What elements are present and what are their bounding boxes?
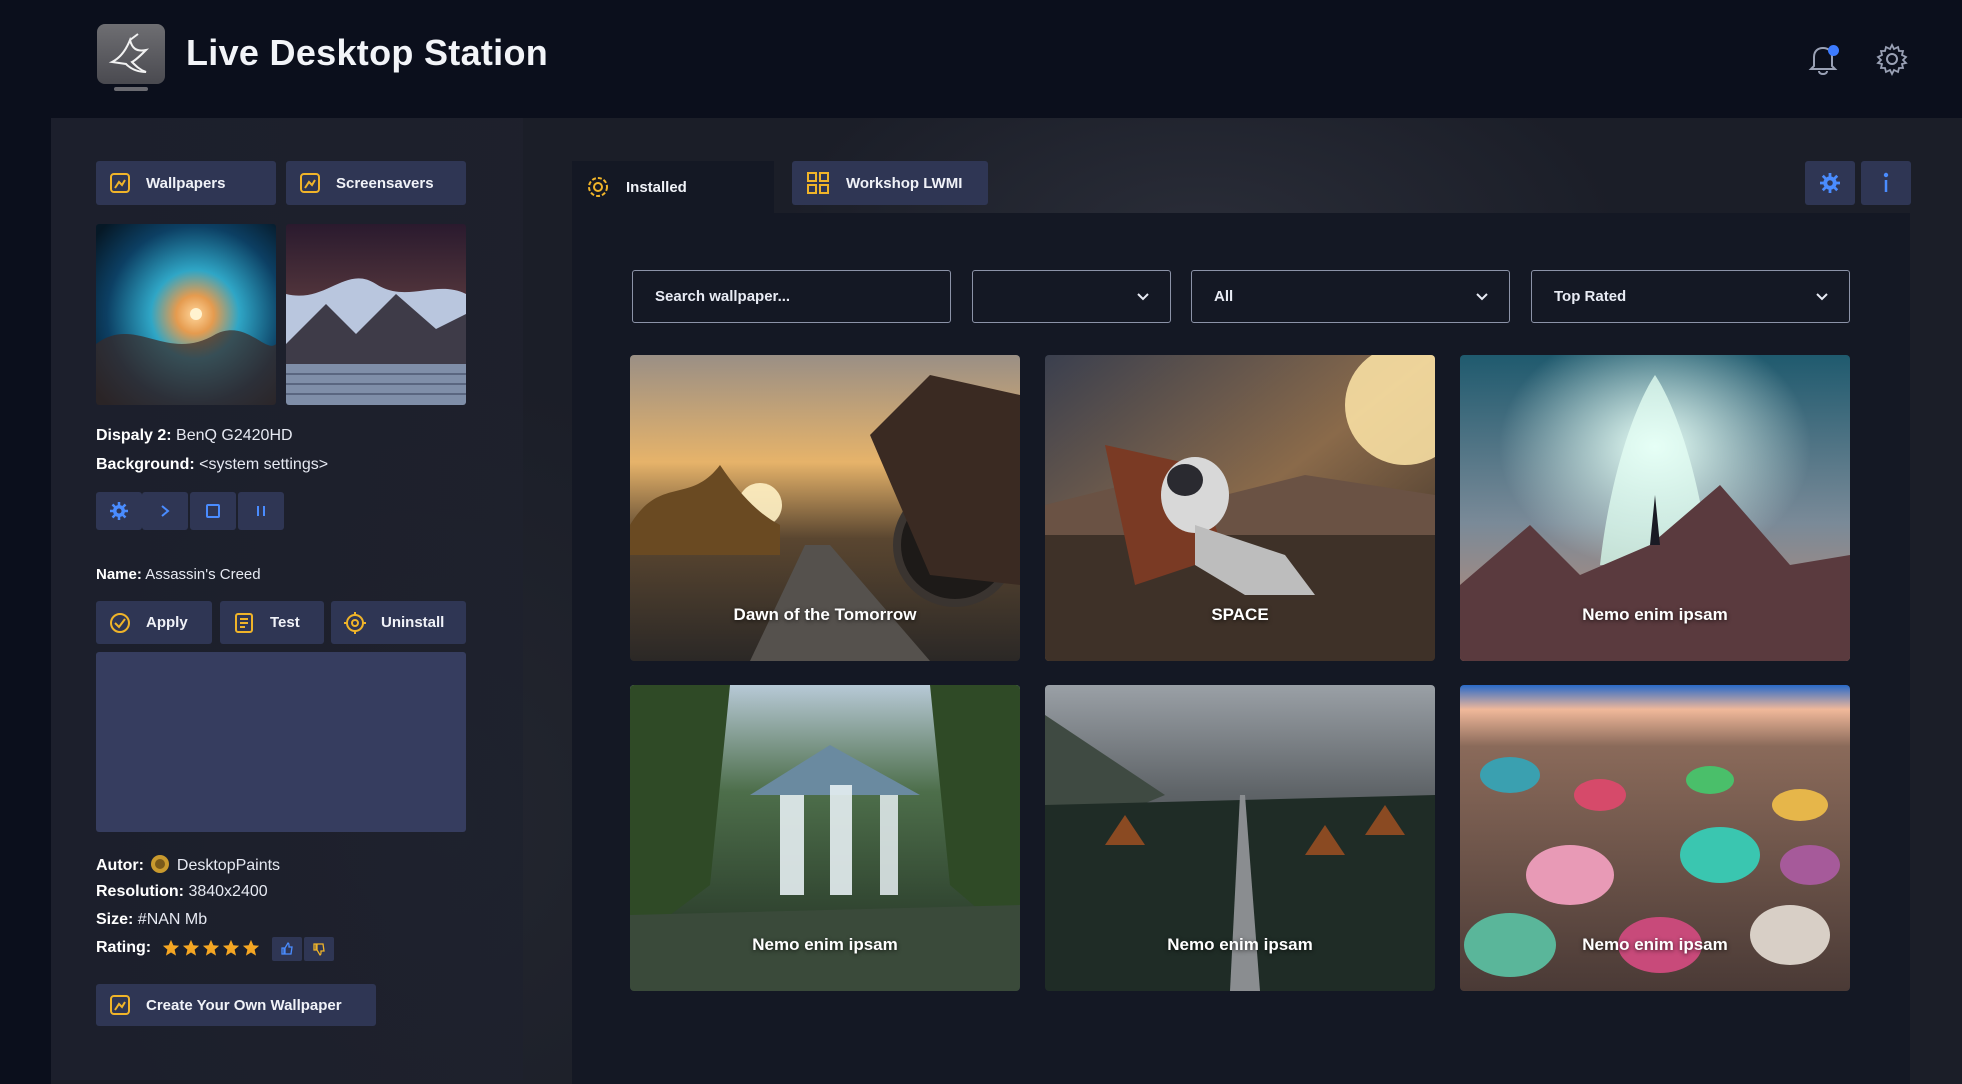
star-icon <box>162 939 179 956</box>
thumbs-down-icon <box>313 943 325 956</box>
wallpaper-card[interactable]: SPACE <box>1045 355 1435 661</box>
display-label: Dispaly 2: <box>96 427 172 444</box>
wallpaper-preview-area <box>96 652 466 832</box>
tab-installed[interactable]: Installed <box>572 161 774 213</box>
autor-value: DesktopPaints <box>176 857 281 874</box>
wallpaper-card[interactable]: Nemo enim ipsam <box>630 685 1020 991</box>
wallpaper-icon <box>110 173 130 193</box>
display-value: BenQ G2420HD <box>176 427 293 444</box>
uninstall-icon <box>344 611 366 634</box>
notification-dot <box>1828 45 1839 56</box>
hummingbird-logo-icon <box>108 33 150 73</box>
uninstall-label: Uninstall <box>381 614 445 631</box>
thumbs-up-icon <box>281 942 293 955</box>
chevron-down-icon <box>1476 293 1488 301</box>
workshop-icon <box>807 172 829 194</box>
uninstall-button[interactable]: Uninstall <box>331 601 466 644</box>
display-settings-button[interactable] <box>96 492 142 530</box>
installed-gear-icon <box>588 177 608 197</box>
wallpaper-card[interactable]: Nemo enim ipsam <box>1460 685 1850 991</box>
thumbs-up-button[interactable] <box>272 937 302 961</box>
name-info: Name: Assassin's Creed <box>96 566 261 583</box>
info-button[interactable] <box>1861 161 1911 205</box>
author-avatar-icon <box>151 855 170 873</box>
chevron-down-icon <box>1816 293 1828 301</box>
star-icon <box>182 939 199 956</box>
settings-icon <box>110 502 128 520</box>
tab-label: Wallpapers <box>146 174 226 192</box>
size-info: Size: #NAN Mb <box>96 911 207 929</box>
thumbs-down-button[interactable] <box>304 937 334 961</box>
sort-value: Top Rated <box>1554 288 1627 305</box>
name-value: Assassin's Creed <box>145 566 261 583</box>
resolution-value: 3840x2400 <box>188 883 268 900</box>
rating-stars <box>162 939 260 957</box>
search-input[interactable]: Search wallpaper... <box>632 270 951 323</box>
background-info: Background: <system settings> <box>96 456 328 474</box>
rating-label: Rating: <box>96 939 152 957</box>
screensaver-icon <box>300 173 320 193</box>
tab-label: Workshop LWMI <box>846 174 963 192</box>
type-dropdown[interactable]: All <box>1191 270 1510 323</box>
pause-icon <box>257 506 265 516</box>
rating-info: Rating: <box>96 939 260 957</box>
settings-icon <box>1820 173 1840 193</box>
test-label: Test <box>270 614 300 631</box>
card-title: Nemo enim ipsam <box>1582 935 1728 954</box>
stop-button[interactable] <box>190 492 236 530</box>
app-logo <box>97 24 165 84</box>
app-title: Live Desktop Station <box>186 32 549 73</box>
star-icon <box>242 939 259 956</box>
test-button[interactable]: Test <box>220 601 324 644</box>
resolution-label: Resolution: <box>96 883 184 900</box>
sort-dropdown[interactable]: Top Rated <box>1531 270 1850 323</box>
create-own-wallpaper-button[interactable]: Create Your Own Wallpaper <box>96 984 376 1026</box>
autor-label: Autor: <box>96 857 144 874</box>
wallpaper-card[interactable]: Nemo enim ipsam <box>1460 355 1850 661</box>
play-button[interactable] <box>142 492 188 530</box>
card-title: Nemo enim ipsam <box>1582 605 1728 624</box>
wallpaper-card[interactable]: Dawn of the Tomorrow <box>630 355 1020 661</box>
star-icon <box>222 939 239 956</box>
size-value: #NAN Mb <box>137 911 208 928</box>
settings-gear-icon[interactable] <box>1875 42 1909 76</box>
create-wallpaper-icon <box>110 995 130 1015</box>
category-dropdown[interactable] <box>972 270 1171 323</box>
tab-wallpapers[interactable]: Wallpapers <box>96 161 276 205</box>
background-label: Background: <box>96 456 195 473</box>
test-icon <box>235 612 253 633</box>
pause-button[interactable] <box>238 492 284 530</box>
create-label: Create Your Own Wallpaper <box>146 996 342 1014</box>
size-label: Size: <box>96 911 134 928</box>
apply-icon <box>110 612 130 633</box>
card-title: Nemo enim ipsam <box>1167 935 1313 954</box>
browser-settings-button[interactable] <box>1805 161 1855 205</box>
wallpaper-thumbnail-mountains[interactable] <box>286 224 466 405</box>
card-title: Dawn of the Tomorrow <box>733 605 917 624</box>
stop-icon <box>206 504 220 518</box>
card-title: Nemo enim ipsam <box>752 935 898 954</box>
background-value: <system settings> <box>199 456 329 473</box>
apply-label: Apply <box>146 614 188 631</box>
tab-label: Screensavers <box>336 174 434 192</box>
star-icon <box>202 939 219 956</box>
resolution-info: Resolution: 3840x2400 <box>96 883 268 901</box>
display-info: Dispaly 2: BenQ G2420HD <box>96 427 293 445</box>
wallpaper-card[interactable]: Nemo enim ipsam <box>1045 685 1435 991</box>
type-value: All <box>1214 288 1234 305</box>
info-icon <box>1883 172 1889 192</box>
chevron-down-icon <box>1137 293 1149 301</box>
autor-info: Autor: DesktopPaints <box>96 854 280 875</box>
name-label: Name: <box>96 566 142 583</box>
logo-stand <box>114 87 148 91</box>
wallpaper-thumbnail-nebula[interactable] <box>96 224 276 405</box>
card-title: SPACE <box>1211 605 1269 624</box>
play-icon <box>161 505 170 517</box>
search-placeholder: Search wallpaper... <box>655 288 791 305</box>
tab-label: Installed <box>626 178 687 196</box>
tab-workshop[interactable]: Workshop LWMI <box>792 161 988 205</box>
tab-screensavers[interactable]: Screensavers <box>286 161 466 205</box>
apply-button[interactable]: Apply <box>96 601 212 644</box>
